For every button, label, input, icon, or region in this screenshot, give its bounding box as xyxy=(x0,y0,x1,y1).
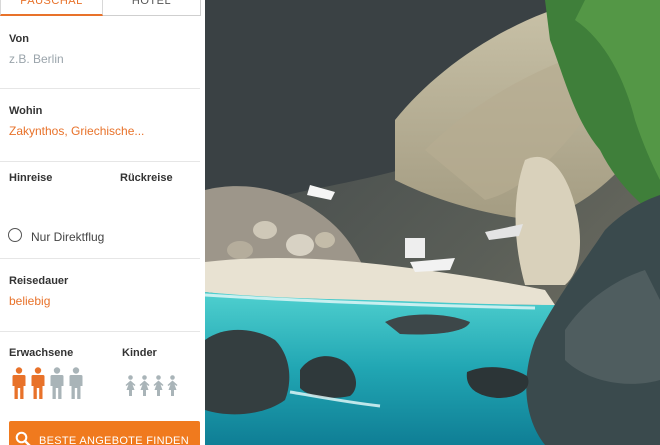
radio-unchecked-icon[interactable] xyxy=(8,228,22,242)
child-icon[interactable] xyxy=(153,375,164,396)
child-icon[interactable] xyxy=(167,375,178,396)
divider xyxy=(0,258,200,259)
person-icon[interactable] xyxy=(12,367,26,399)
find-offers-label: BESTE ANGEBOTE FINDEN xyxy=(39,435,189,445)
tab-pauschal[interactable]: PAUSCHAL xyxy=(0,0,103,16)
find-offers-button[interactable]: BESTE ANGEBOTE FINDEN xyxy=(9,421,200,445)
duration-label: Reisedauer xyxy=(9,275,69,287)
return-label: Rückreise xyxy=(120,172,173,184)
person-icon[interactable] xyxy=(69,367,83,399)
person-icon[interactable] xyxy=(50,367,64,399)
from-label: Von xyxy=(9,33,29,45)
divider xyxy=(0,161,200,162)
tab-hotel[interactable]: HOTEL xyxy=(103,0,201,16)
return-date-input[interactable] xyxy=(120,188,200,214)
direct-flight-label[interactable]: Nur Direktflug xyxy=(31,230,104,244)
search-icon xyxy=(15,431,31,445)
child-icon[interactable] xyxy=(139,375,150,396)
hero-beach-image xyxy=(205,0,660,445)
duration-select[interactable]: beliebig xyxy=(9,294,50,308)
tab-bar: PAUSCHAL HOTEL xyxy=(0,0,205,17)
to-label: Wohin xyxy=(9,105,43,117)
person-icon[interactable] xyxy=(31,367,45,399)
child-icon[interactable] xyxy=(125,375,136,396)
departure-label: Hinreise xyxy=(9,172,53,184)
children-label: Kinder xyxy=(122,347,157,359)
search-form-panel: PAUSCHAL HOTEL Von z.B. Berlin Wohin Zak… xyxy=(0,0,205,445)
divider xyxy=(0,331,200,332)
to-input[interactable]: Zakynthos, Griechische... xyxy=(9,124,144,138)
adults-label: Erwachsene xyxy=(9,347,74,359)
departure-date-input[interactable] xyxy=(9,188,109,214)
divider xyxy=(0,88,200,89)
from-input[interactable]: z.B. Berlin xyxy=(9,52,64,66)
